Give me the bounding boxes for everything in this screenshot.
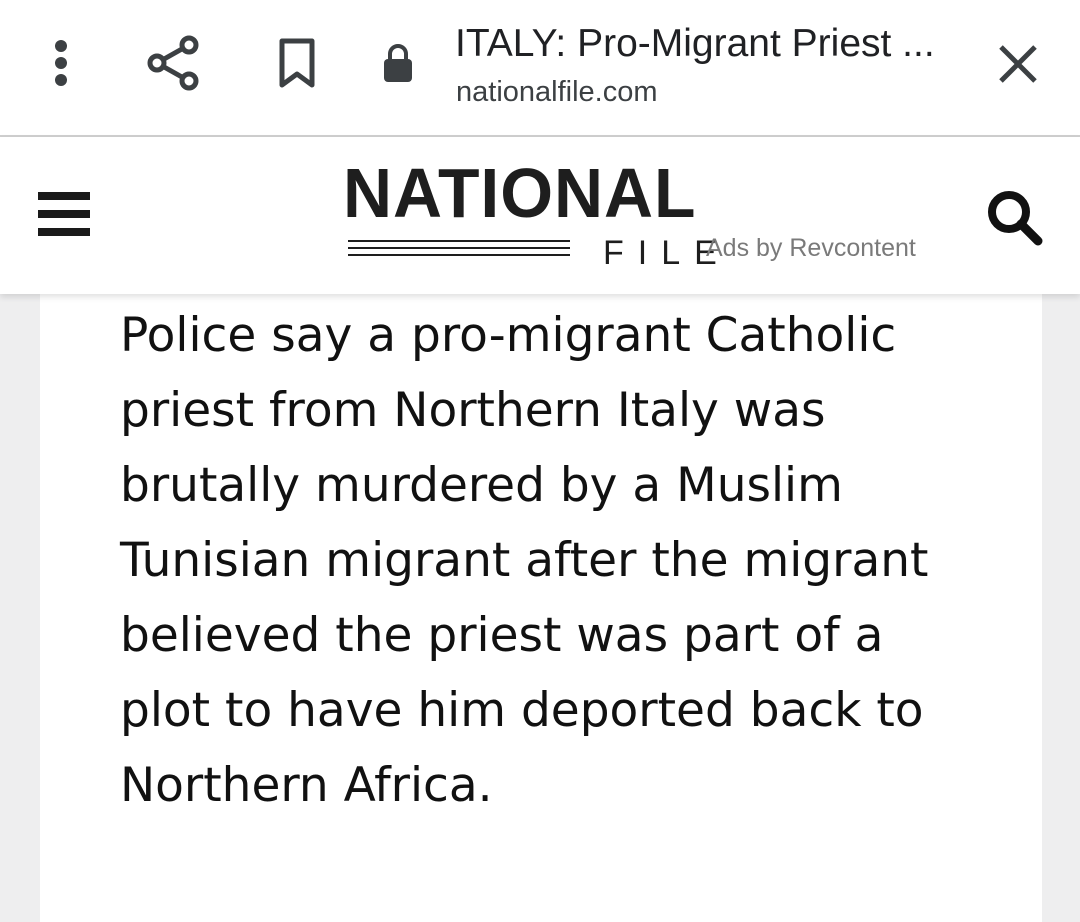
logo-lines <box>348 240 570 261</box>
close-icon[interactable] <box>988 34 1048 94</box>
lock-icon[interactable] <box>377 38 419 88</box>
more-vert-icon[interactable] <box>36 36 86 90</box>
article-card: Police say a pro-migrant Catholic priest… <box>40 294 1042 922</box>
bookmark-icon[interactable] <box>268 34 326 92</box>
site-header: NATIONAL FILE Ads by Revcontent <box>0 137 1080 294</box>
page-url[interactable]: nationalfile.com <box>456 74 658 110</box>
browser-toolbar: ITALY: Pro-Migrant Priest ... nationalfi… <box>0 0 1080 137</box>
page-title[interactable]: ITALY: Pro-Migrant Priest ... <box>455 20 965 68</box>
site-logo[interactable]: NATIONAL FILE <box>343 157 743 277</box>
article-paragraph: Police say a pro-migrant Catholic priest… <box>120 308 929 813</box>
logo-wordmark: NATIONAL <box>343 154 697 232</box>
ads-label[interactable]: Ads by Revcontent <box>706 233 916 263</box>
share-icon[interactable] <box>142 34 204 92</box>
hamburger-menu-icon[interactable] <box>38 192 90 236</box>
search-icon[interactable] <box>984 187 1046 249</box>
